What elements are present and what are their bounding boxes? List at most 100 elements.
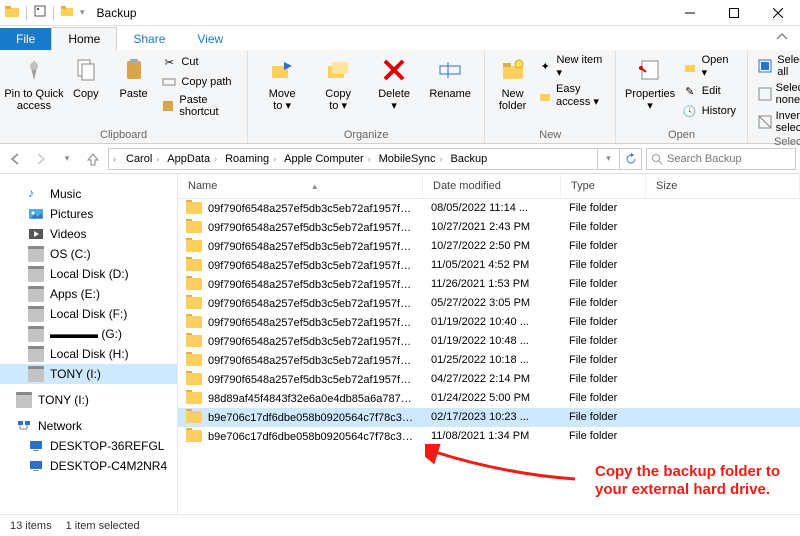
path-icon xyxy=(161,74,177,90)
col-name[interactable]: Name▲ xyxy=(178,174,423,198)
table-row[interactable]: 98d89af45f4843f32e6a0e4db85a6a7878ac4...… xyxy=(178,389,800,408)
select-all-button[interactable]: Select all xyxy=(754,52,800,80)
up-button[interactable] xyxy=(82,148,104,170)
ribbon-collapse-icon[interactable] xyxy=(764,27,800,50)
status-selected-count: 1 item selected xyxy=(66,520,140,532)
breadcrumb-box[interactable]: › Carol› AppData› Roaming› Apple Compute… xyxy=(108,148,642,170)
new-item-button[interactable]: ✦New item ▾ xyxy=(534,52,609,81)
folder-icon xyxy=(186,259,202,271)
close-button[interactable] xyxy=(756,0,800,26)
folder-icon xyxy=(186,297,202,309)
table-row[interactable]: 09f790f6548a257ef5db3c5eb72af1957f3b2a..… xyxy=(178,351,800,370)
minimize-button[interactable] xyxy=(668,0,712,26)
table-row[interactable]: 09f790f6548a257ef5db3c5eb72af1957f3b2a..… xyxy=(178,313,800,332)
scissors-icon: ✂ xyxy=(161,54,177,70)
table-row[interactable]: 09f790f6548a257ef5db3c5eb72af1957f3b2a..… xyxy=(178,256,800,275)
tree-pc2[interactable]: DESKTOP-C4M2NR4 xyxy=(0,456,177,476)
table-row[interactable]: b9e706c17df6dbe058b0920564c7f78c39314...… xyxy=(178,427,800,446)
col-type[interactable]: Type xyxy=(561,174,646,198)
qat-folder-icon[interactable] xyxy=(4,3,20,22)
tree-local-f[interactable]: Local Disk (F:) xyxy=(0,304,177,324)
table-row[interactable]: 09f790f6548a257ef5db3c5eb72af1957f3b2a..… xyxy=(178,199,800,218)
table-row[interactable]: 09f790f6548a257ef5db3c5eb72af1957f3b2a..… xyxy=(178,275,800,294)
ribbon-group-open: Properties ▾ Open ▾ ✎Edit 🕓History Open xyxy=(616,50,747,143)
paste-shortcut-button[interactable]: Paste shortcut xyxy=(157,92,241,120)
tree-os-c[interactable]: OS (C:) xyxy=(0,244,177,264)
tree-network[interactable]: Network xyxy=(0,416,177,436)
ribbon-group-clipboard: Pin to Quick access Copy Paste ✂Cut Copy… xyxy=(0,50,248,143)
qat-properties-icon[interactable] xyxy=(33,4,47,21)
search-input[interactable]: Search Backup xyxy=(646,148,796,170)
status-bar: 13 items 1 item selected xyxy=(0,514,800,536)
pin-quick-access-button[interactable]: Pin to Quick access xyxy=(6,52,62,112)
delete-button[interactable]: Delete ▾ xyxy=(366,52,422,112)
tree-apps-e[interactable]: Apps (E:) xyxy=(0,284,177,304)
pc-icon xyxy=(28,458,44,474)
col-size[interactable]: Size xyxy=(646,174,800,198)
table-row[interactable]: 09f790f6548a257ef5db3c5eb72af1957f3b2a..… xyxy=(178,294,800,313)
rename-button[interactable]: Rename xyxy=(422,52,478,100)
cut-button[interactable]: ✂Cut xyxy=(157,52,241,72)
tree-pictures[interactable]: Pictures xyxy=(0,204,177,224)
tree-pc1[interactable]: DESKTOP-36REFGL xyxy=(0,436,177,456)
invert-selection-button[interactable]: Invert selection xyxy=(754,108,800,136)
table-row[interactable]: 09f790f6548a257ef5db3c5eb72af1957f3b2a..… xyxy=(178,332,800,351)
tree-tony-i[interactable]: TONY (I:) xyxy=(0,364,177,384)
tab-share[interactable]: Share xyxy=(117,28,181,50)
qat-dropdown-icon[interactable]: ▾ xyxy=(80,7,85,18)
edit-button[interactable]: ✎Edit xyxy=(678,81,741,101)
folder-icon xyxy=(186,221,202,233)
properties-button[interactable]: Properties ▾ xyxy=(622,52,677,112)
copy-to-button[interactable]: Copy to ▾ xyxy=(310,52,366,112)
pictures-icon xyxy=(28,206,44,222)
group-label-open: Open xyxy=(622,129,740,143)
copy-path-button[interactable]: Copy path xyxy=(157,72,241,92)
move-icon xyxy=(266,54,298,86)
music-icon: ♪ xyxy=(28,186,44,202)
forward-button[interactable] xyxy=(30,148,52,170)
easy-access-icon xyxy=(538,88,552,104)
tree-drive-g[interactable]: ▬▬▬▬ (G:) xyxy=(0,324,177,344)
breadcrumb-item: MobileSync› xyxy=(373,153,445,165)
navigation-tree[interactable]: ♪Music Pictures Videos OS (C:) Local Dis… xyxy=(0,174,178,514)
table-row[interactable]: b9e706c17df6dbe058b0920564c7f78c39314...… xyxy=(178,408,800,427)
open-button[interactable]: Open ▾ xyxy=(678,52,741,81)
table-row[interactable]: 09f790f6548a257ef5db3c5eb72af1957f3b2a..… xyxy=(178,237,800,256)
tree-videos[interactable]: Videos xyxy=(0,224,177,244)
move-to-button[interactable]: Move to ▾ xyxy=(254,52,310,112)
tree-local-d[interactable]: Local Disk (D:) xyxy=(0,264,177,284)
breadcrumb-item: Carol› xyxy=(120,153,161,165)
drive-icon xyxy=(28,246,44,262)
copy-button[interactable]: Copy xyxy=(62,52,110,100)
maximize-button[interactable] xyxy=(712,0,756,26)
new-folder-icon xyxy=(497,54,529,86)
refresh-button[interactable] xyxy=(619,149,641,169)
breadcrumb-item: Apple Computer› xyxy=(278,153,373,165)
tree-tony-i-root[interactable]: TONY (I:) xyxy=(0,390,177,410)
col-date[interactable]: Date modified xyxy=(423,174,561,198)
shortcut-icon xyxy=(161,98,175,114)
ribbon-group-select: Select all Select none Invert selection … xyxy=(748,50,800,143)
breadcrumb-dropdown[interactable]: ▾ xyxy=(597,149,619,169)
paste-button[interactable]: Paste xyxy=(110,52,158,100)
back-button[interactable] xyxy=(4,148,26,170)
ribbon: Pin to Quick access Copy Paste ✂Cut Copy… xyxy=(0,50,800,144)
invert-icon xyxy=(758,114,772,130)
table-row[interactable]: 09f790f6548a257ef5db3c5eb72af1957f3b2a..… xyxy=(178,370,800,389)
table-row[interactable]: 09f790f6548a257ef5db3c5eb72af1957f3b2a..… xyxy=(178,218,800,237)
history-button[interactable]: 🕓History xyxy=(678,101,741,121)
tree-local-h[interactable]: Local Disk (H:) xyxy=(0,344,177,364)
group-label-clipboard: Clipboard xyxy=(6,129,241,143)
drive-icon xyxy=(28,306,44,322)
open-icon xyxy=(682,59,698,75)
tab-home[interactable]: Home xyxy=(51,27,117,50)
tab-view[interactable]: View xyxy=(181,28,239,50)
qat-new-folder-icon[interactable] xyxy=(60,3,76,22)
easy-access-button[interactable]: Easy access ▾ xyxy=(534,81,609,110)
edit-icon: ✎ xyxy=(682,83,698,99)
select-none-button[interactable]: Select none xyxy=(754,80,800,108)
tree-music[interactable]: ♪Music xyxy=(0,184,177,204)
new-folder-button[interactable]: New folder xyxy=(491,52,534,112)
tab-file[interactable]: File xyxy=(0,28,51,50)
recent-dropdown[interactable]: ▾ xyxy=(56,148,78,170)
